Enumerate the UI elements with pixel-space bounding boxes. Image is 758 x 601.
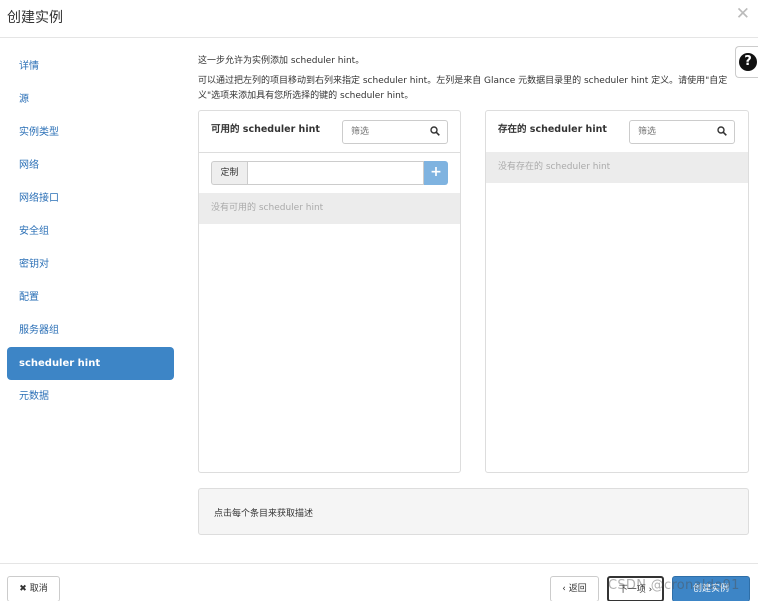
nav-item-security-groups[interactable]: 安全组 <box>7 215 174 248</box>
existing-panel-title: 存在的 scheduler hint <box>498 124 607 135</box>
available-filter <box>342 120 448 144</box>
description-box: 点击每个条目来获取描述 <box>198 488 749 535</box>
search-icon <box>430 126 440 136</box>
nav-item-network-ports[interactable]: 网络接口 <box>7 182 174 215</box>
available-filter-input[interactable] <box>343 121 423 143</box>
add-custom-hint-button[interactable]: + <box>424 161 448 185</box>
nav-item-networks[interactable]: 网络 <box>7 149 174 182</box>
back-button[interactable]: ‹ 返回 <box>550 576 599 601</box>
intro-help-text: 可以通过把左列的项目移动到右列来指定 scheduler hint。左列是来自 … <box>198 76 728 101</box>
nav-item-server-groups[interactable]: 服务器组 <box>7 314 174 347</box>
intro-text: 这一步允许为实例添加 scheduler hint。 <box>198 56 365 66</box>
search-icon <box>717 126 727 136</box>
custom-hint-row: 定制 + <box>211 161 448 185</box>
existing-panel: 存在的 scheduler hint 没有存在的 scheduler hint <box>485 110 749 473</box>
existing-filter-input[interactable] <box>630 121 710 143</box>
available-panel: 可用的 scheduler hint 定制 + 没有可用的 scheduler … <box>198 110 461 473</box>
available-panel-title: 可用的 scheduler hint <box>211 124 320 135</box>
wizard-nav: 详情 源 实例类型 网络 网络接口 安全组 密钥对 配置 服务器组 schedu… <box>7 50 174 413</box>
custom-hint-input[interactable] <box>247 161 424 185</box>
modal-title: 创建实例 <box>7 10 63 26</box>
available-empty-message: 没有可用的 scheduler hint <box>199 193 460 224</box>
nav-item-scheduler-hint[interactable]: scheduler hint <box>7 347 174 380</box>
question-circle-icon: ? <box>739 53 757 71</box>
plus-icon: + <box>430 164 442 180</box>
nav-item-key-pair[interactable]: 密钥对 <box>7 248 174 281</box>
existing-empty-message: 没有存在的 scheduler hint <box>486 152 748 183</box>
create-instance-button[interactable]: 创建实例 <box>672 576 750 601</box>
custom-label: 定制 <box>211 161 247 185</box>
cancel-button[interactable]: ✖ 取消 <box>7 576 60 601</box>
next-button[interactable]: 下一项 › <box>607 576 664 601</box>
nav-item-details[interactable]: 详情 <box>7 50 174 83</box>
existing-panel-header: 存在的 scheduler hint <box>486 111 748 153</box>
available-panel-header: 可用的 scheduler hint <box>199 111 460 153</box>
nav-item-metadata[interactable]: 元数据 <box>7 380 174 413</box>
existing-filter <box>629 120 735 144</box>
modal-footer: ✖ 取消 ‹ 返回 下一项 › 创建实例 CSDN @cronaldo91 <box>0 563 758 601</box>
modal-header: 创建实例 ✕ <box>0 0 758 38</box>
nav-item-configuration[interactable]: 配置 <box>7 281 174 314</box>
description-text: 点击每个条目来获取描述 <box>214 509 314 519</box>
close-icon[interactable]: ✕ <box>736 4 750 24</box>
nav-item-source[interactable]: 源 <box>7 83 174 116</box>
nav-item-flavor[interactable]: 实例类型 <box>7 116 174 149</box>
